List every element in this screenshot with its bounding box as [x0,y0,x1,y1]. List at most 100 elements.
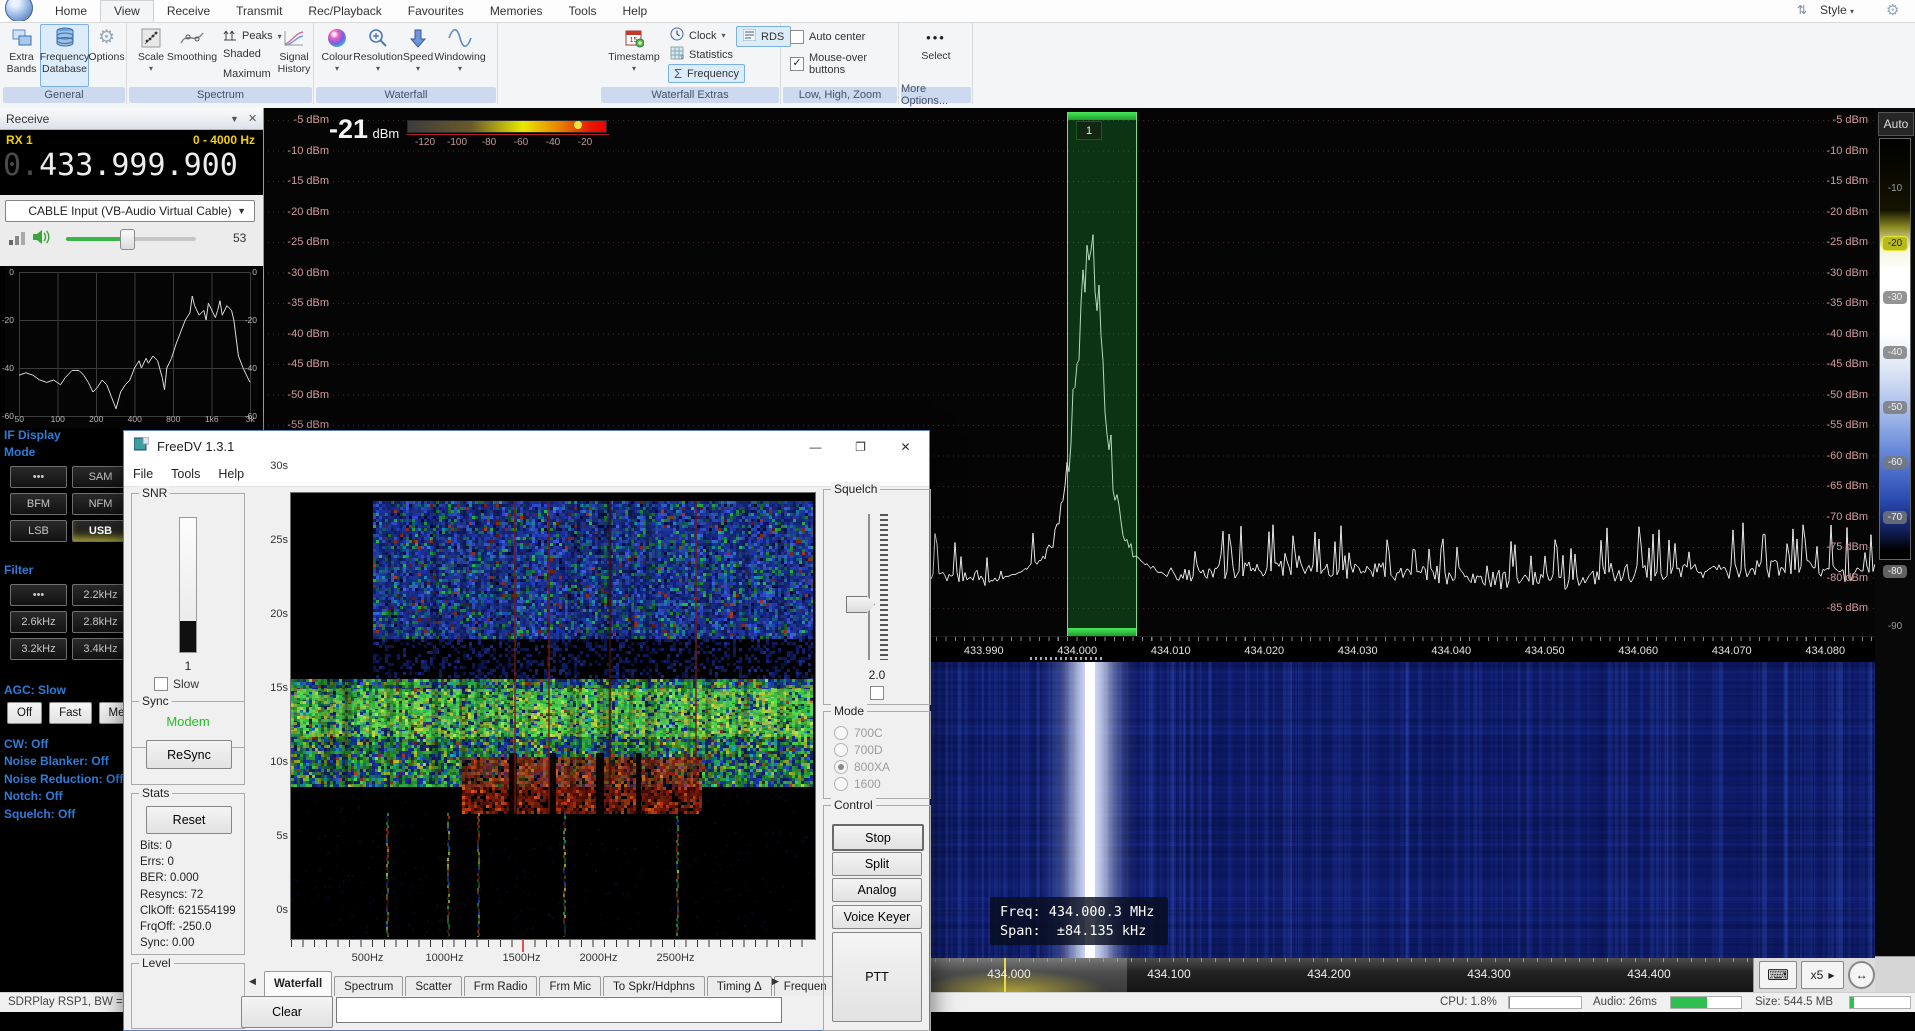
menu-item[interactable]: File [124,467,162,481]
menu-item[interactable]: Tools [162,467,209,481]
mode-radio[interactable]: 800XA [834,758,890,775]
freedv-tab[interactable]: Spectrum [334,976,403,996]
squelch-enable-checkbox[interactable] [870,686,884,700]
freedv-tab[interactable]: Waterfall [264,971,332,996]
clock-button[interactable]: Clock ▾ [670,27,726,44]
resolution-button[interactable]: Resolution ▾ [355,25,401,75]
smoothing-button[interactable]: Smoothing [167,25,217,63]
mouse-over-buttons-checkbox[interactable]: ✓ Mouse-over buttons [790,52,898,76]
volume-slider-handle[interactable] [120,229,135,250]
statistics-button[interactable]: 9 Statistics [670,46,733,63]
analog-button[interactable]: Analog [832,878,922,902]
band-top-cap[interactable] [1068,112,1136,120]
dsp-status-line[interactable]: Noise Blanker: Off [4,753,123,770]
filter-button[interactable]: 2.8kHz [72,611,129,633]
filter-button[interactable]: 3.4kHz [72,638,129,660]
timestamp-button[interactable]: 15 Timestamp ▾ [608,25,660,75]
split-button[interactable]: Split [832,852,922,876]
ribbon-tab[interactable]: Home [42,0,100,22]
app-button[interactable] [2,0,38,21]
resync-button[interactable]: ReSync [146,740,232,769]
expand-span-button[interactable]: ↔ [1848,961,1875,989]
gear-icon[interactable]: ⚙ [1886,1,1899,19]
extra-bands-button[interactable]: Extra Bands [5,25,38,75]
speed-button[interactable]: Speed ▾ [403,25,433,75]
band-bottom-cap[interactable] [1068,628,1136,636]
frequency-button[interactable]: Σ Frequency [668,64,745,83]
ribbon-tab[interactable]: Receive [154,0,223,22]
dsp-status-line[interactable]: Squelch: Off [4,806,123,823]
auto-center-checkbox[interactable]: Auto center [790,30,865,44]
maximize-button[interactable]: ❐ [838,431,883,462]
maximum-button[interactable]: Maximum [223,68,271,80]
agc-button[interactable]: Fast [49,702,91,724]
squelch-slider-handle[interactable] [846,596,875,613]
collapse-panel-icon[interactable]: ▼ [230,114,239,124]
rx-marker-badge[interactable]: 1 [1076,121,1102,140]
mode-radio[interactable]: 700D [834,741,890,758]
signal-history-button[interactable]: Signal History [276,25,312,75]
receive-panel-header[interactable]: Receive ▼ ✕ [0,108,263,130]
reset-button[interactable]: Reset [146,806,232,834]
keyboard-entry-button[interactable]: ⌨ [1759,961,1797,989]
voice-keyer-button[interactable]: Voice Keyer [832,905,922,929]
tuned-filter-band[interactable]: 1 [1067,112,1137,636]
colour-button[interactable]: Colour ▾ [320,25,354,75]
filter-button[interactable]: ••• [10,584,67,606]
options-button[interactable]: ⚙ Options [89,25,124,63]
ribbon-tab[interactable]: Help [610,0,661,22]
ptt-button[interactable]: PTT [832,932,922,1022]
text-output-field[interactable] [336,997,782,1023]
dsp-status-line[interactable]: Noise Reduction: Off [4,771,123,788]
speaker-icon[interactable] [31,228,51,251]
ribbon-tab[interactable]: View [100,0,154,22]
select-button[interactable]: ••• Select [914,32,958,62]
close-button[interactable]: ✕ [883,431,928,462]
collapse-ribbon-icon[interactable]: ⇅ [1797,3,1807,17]
freedv-tab[interactable]: Frm Mic [539,976,601,996]
mode-button[interactable]: USB [72,520,129,542]
filter-button[interactable]: 2.6kHz [10,611,67,633]
mode-button[interactable]: ••• [10,466,67,488]
ribbon-tab[interactable]: Transmit [223,0,295,22]
menu-item[interactable]: Help [209,467,253,481]
clear-button[interactable]: Clear [241,996,333,1028]
dsp-status-line[interactable]: CW: Off [4,736,123,753]
auto-gain-button[interactable]: Auto [1878,112,1914,136]
agc-button[interactable]: Off [7,702,42,724]
peaks-button[interactable]: Peaks ▾ [223,28,282,44]
shaded-button[interactable]: Shaded [223,48,261,60]
freedv-titlebar[interactable]: FreeDV 1.3.1 — ❐ ✕ [124,431,929,462]
tab-scroll-left-icon[interactable]: ◀ [249,976,256,987]
minimize-button[interactable]: — [793,431,838,462]
filter-button[interactable]: 2.2kHz [72,584,129,606]
scale-button[interactable]: Scale ▾ [136,25,166,75]
tuned-frequency[interactable]: 0.433.999.900 [3,148,238,183]
mode-button[interactable]: SAM [72,466,129,488]
dsp-status-line[interactable]: Notch: Off [4,788,123,805]
tab-scroll-right-icon[interactable]: ▶ [772,976,779,987]
ribbon-tab[interactable]: Memories [477,0,556,22]
mode-radio[interactable]: 700C [834,724,890,741]
windowing-button[interactable]: Windowing ▾ [434,25,486,75]
squelch-slider-track[interactable] [868,514,870,660]
mode-radio[interactable]: 1600 [834,775,890,792]
filter-button[interactable]: 3.2kHz [10,638,67,660]
ribbon-tab[interactable]: Tools [556,0,610,22]
freedv-tab[interactable]: Frm Radio [464,976,538,996]
close-panel-icon[interactable]: ✕ [248,112,257,125]
mode-button[interactable]: NFM [72,493,129,515]
zoom-step-button[interactable]: x5▶ [1801,961,1845,989]
frequency-database-button[interactable]: Frequency Database [40,24,89,87]
freedv-tab[interactable]: Scatter [405,976,461,996]
ribbon-tab[interactable]: Rec/Playback [295,0,394,22]
ribbon-tab[interactable]: Favourites [395,0,477,22]
stop-button[interactable]: Stop [832,824,924,851]
style-menu[interactable]: Style ▾ [1820,3,1854,17]
mode-button[interactable]: BFM [10,493,67,515]
frequency-readout[interactable]: RX 1 0 - 4000 Hz 0.433.999.900 [0,130,263,195]
audio-device-select[interactable]: CABLE Input (VB-Audio Virtual Cable) ▼ [5,200,255,222]
slow-checkbox[interactable]: Slow [154,677,199,691]
freedv-tab[interactable]: To Spkr/Hdphns [603,976,705,996]
mode-button[interactable]: LSB [10,520,67,542]
